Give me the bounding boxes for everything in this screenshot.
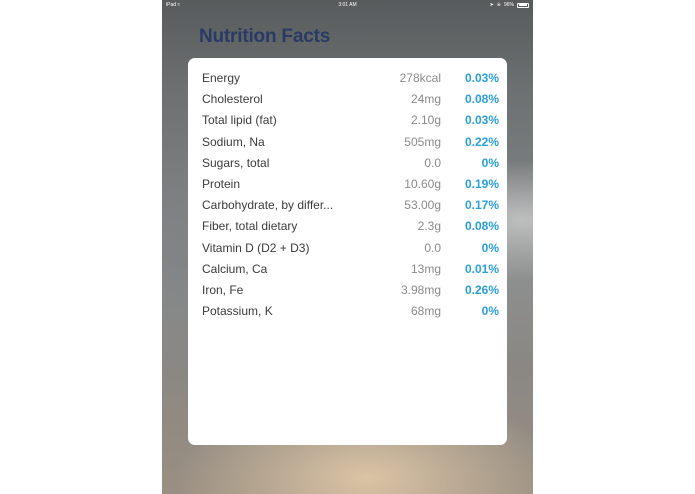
status-bar: iPad ≈ 3:01 AM ➤ ※ 96% — [162, 0, 533, 10]
nutrient-amount: 0.0 — [424, 240, 441, 255]
battery-icon — [517, 2, 529, 8]
nutrient-amount: 13mg — [410, 261, 441, 276]
nutrient-name: Energy — [202, 71, 241, 85]
nutrient-name: Potassium, K — [202, 304, 273, 319]
nutrient-name: Calcium, Ca — [202, 261, 268, 276]
nutrient-amount: 68mg — [410, 304, 441, 319]
nutrient-percent: 0.17% — [464, 198, 499, 213]
status-bar-right: ➤ ※ 96% — [490, 0, 529, 10]
nutrient-name: Carbohydrate, by differ... — [202, 198, 334, 213]
nutrient-percent: 0% — [481, 240, 499, 255]
nutrient-amount: 24mg — [410, 92, 441, 107]
nutrient-row: Iron, Fe 3.98mg 0.26% — [188, 280, 507, 301]
nutrient-name: Total lipid (fat) — [202, 113, 277, 128]
nutrient-row: Vitamin D (D2 + D3) 0.0 0% — [188, 238, 507, 259]
nutrition-card: Energy 278kcal 0.03% Cholesterol 24mg 0.08% To… — [188, 58, 507, 445]
nutrient-row: Calcium, Ca 13mg 0.01% — [188, 259, 507, 280]
nutrient-row: Carbohydrate, by differ... 53.00g 0.17% — [188, 195, 507, 216]
battery-fill — [518, 4, 528, 7]
app-screen: iPad ≈ 3:01 AM ➤ ※ 96% Nutrition Facts E… — [162, 0, 533, 494]
nutrient-amount: 505mg — [404, 134, 441, 149]
nutrient-percent: 0.22% — [464, 134, 499, 149]
nutrient-amount: 53.00g — [404, 198, 441, 213]
nutrient-name: Cholesterol — [202, 92, 263, 107]
nutrient-amount: 0.0 — [424, 155, 441, 170]
nutrient-amount: 278kcal — [399, 71, 441, 85]
nutrient-name: Vitamin D (D2 + D3) — [202, 240, 310, 255]
nutrient-percent: 0.03% — [464, 113, 499, 128]
nutrient-row: Protein 10.60g 0.19% — [188, 174, 507, 195]
nutrient-row: Fiber, total dietary 2.3g 0.08% — [188, 216, 507, 237]
nutrient-row: Sodium, Na 505mg 0.22% — [188, 132, 507, 153]
nutrient-percent: 0.03% — [464, 71, 499, 85]
nutrient-name: Protein — [202, 177, 241, 191]
location-icon: ➤ — [489, 2, 494, 8]
nutrient-row: Sugars, total 0.0 0% — [188, 153, 507, 174]
bluetooth-icon: ※ — [496, 2, 501, 8]
nutrient-row: Cholesterol 24mg 0.08% — [188, 89, 507, 110]
nutrient-percent: 0.08% — [464, 92, 499, 107]
nutrient-amount: 2.10g — [410, 113, 441, 128]
nutrient-percent: 0.08% — [464, 219, 499, 234]
nutrient-name: Fiber, total dietary — [202, 219, 298, 234]
nutrient-percent: 0.01% — [464, 261, 499, 276]
nutrient-percent: 0.19% — [464, 177, 499, 191]
nutrient-amount: 2.3g — [417, 219, 441, 234]
nutrient-percent: 0% — [481, 155, 499, 170]
nutrient-name: Sugars, total — [202, 155, 270, 170]
battery-percent: 96% — [503, 2, 514, 8]
nutrient-amount: 10.60g — [404, 177, 441, 191]
nutrient-row: Energy 278kcal 0.03% — [188, 68, 507, 89]
nutrient-row: Potassium, K 68mg 0% — [188, 301, 507, 322]
nutrient-name: Iron, Fe — [202, 283, 244, 297]
nutrient-amount: 3.98mg — [400, 283, 441, 297]
nutrient-percent: 0.26% — [464, 283, 499, 297]
nutrient-name: Sodium, Na — [202, 134, 265, 149]
page-title: Nutrition Facts — [199, 26, 331, 47]
nutrient-percent: 0% — [481, 304, 499, 319]
nutrient-row: Total lipid (fat) 2.10g 0.03% — [188, 110, 507, 131]
status-time: 3:01 AM — [338, 2, 357, 8]
